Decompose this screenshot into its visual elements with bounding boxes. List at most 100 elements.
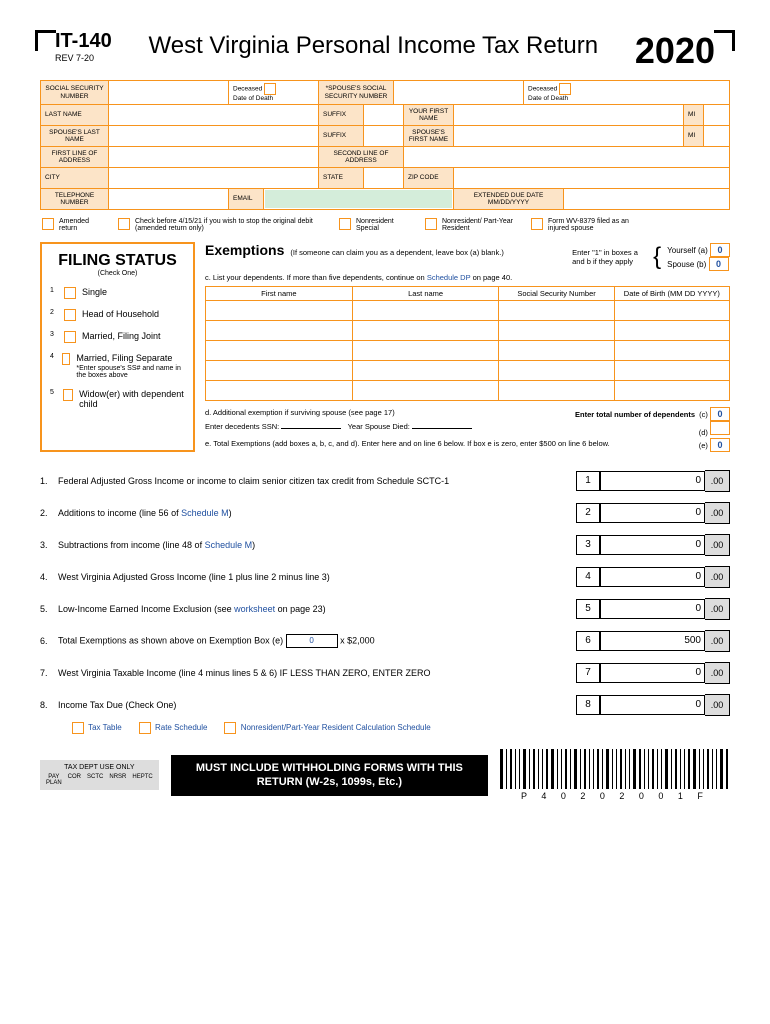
col-sctc: SCTC (87, 774, 103, 786)
list-label: c. List your dependents. If more than fi… (205, 273, 425, 282)
check-single[interactable] (64, 287, 76, 299)
enter1-label: Enter "1" in boxes a and b if they apply (572, 248, 647, 266)
field-spouse-last[interactable] (109, 126, 319, 146)
field-mi[interactable] (704, 105, 729, 125)
field-decedent-ssn[interactable] (281, 428, 341, 429)
exemptions-section: Exemptions (If someone can claim you as … (205, 242, 730, 452)
label-tax-table: Tax Table (88, 723, 122, 732)
col-ssn: Social Security Number (499, 287, 614, 301)
filing-status-box: FILING STATUS (Check One) 1Single 2Head … (40, 242, 195, 452)
check-nonres-calc[interactable] (224, 722, 236, 734)
check-hoh[interactable] (64, 309, 76, 321)
value-box-e[interactable]: 0 (710, 438, 730, 452)
label-wv8379: Form WV-8379 filed as an injured spouse (548, 218, 643, 232)
field-spouse-suffix[interactable] (364, 126, 404, 146)
check-amended[interactable] (42, 218, 54, 230)
dep-row[interactable] (206, 321, 730, 341)
label-hoh: Head of Household (82, 309, 159, 319)
col-lastname: Last name (352, 287, 499, 301)
field-ssn[interactable] (109, 81, 229, 104)
check-spouse-deceased[interactable] (559, 83, 571, 95)
line-8: 8.Income Tax Due (Check One) 80.00 (40, 694, 730, 716)
field-state[interactable] (364, 168, 404, 188)
list-label2: on page 40. (473, 273, 513, 282)
check-widow[interactable] (63, 389, 73, 401)
field-addr2[interactable] (404, 147, 729, 167)
field-spouse-mi[interactable] (704, 126, 729, 146)
form-rev: REV 7-20 (55, 53, 112, 63)
field-firstname[interactable] (454, 105, 684, 125)
col-payplan: PAY PLAN (46, 774, 62, 786)
check-mfj[interactable] (64, 331, 76, 343)
dep-row[interactable] (206, 341, 730, 361)
field-email[interactable] (265, 190, 452, 208)
dep-row[interactable] (206, 301, 730, 321)
label-d3: Year Spouse Died: (348, 422, 410, 431)
link-schedule-dp[interactable]: Schedule DP (427, 273, 471, 282)
label-nonres-calc: Nonresident/Part-Year Resident Calculati… (241, 723, 431, 732)
col-heptc: HEPTC (132, 774, 152, 786)
line-7: 7.West Virginia Taxable Income (line 4 m… (40, 662, 730, 684)
label-box-b: Spouse (b) (667, 260, 706, 269)
line-4: 4.West Virginia Adjusted Gross Income (l… (40, 566, 730, 588)
field-year-died[interactable] (412, 428, 472, 429)
line-2: 2.Additions to income (line 56 of Schedu… (40, 502, 730, 524)
check-nonresident[interactable] (339, 218, 351, 230)
label-spouse-first: SPOUSE'S FIRST NAME (408, 129, 449, 143)
label-nonresident: Nonresident Special (356, 218, 411, 232)
label-total-dep: Enter total number of dependents (575, 410, 695, 419)
check-mfs[interactable] (62, 353, 71, 365)
line-5: 5.Low-Income Earned Income Exclusion (se… (40, 598, 730, 620)
field-lastname[interactable] (109, 105, 319, 125)
field-spouse-first[interactable] (454, 126, 684, 146)
filing-title: FILING STATUS (50, 252, 185, 270)
value-box-d[interactable] (710, 421, 730, 435)
check-tax-table[interactable] (72, 722, 84, 734)
value-box-c[interactable]: 0 (710, 407, 730, 421)
label-spouse-deceased: Deceased (528, 86, 557, 93)
check-stop-debit[interactable] (118, 218, 130, 230)
field-ext-due[interactable] (564, 189, 729, 209)
check-deceased[interactable] (264, 83, 276, 95)
barcode-text: P 4 0 2 0 2 0 0 1 F (500, 791, 730, 801)
field-zip[interactable] (454, 168, 729, 188)
dep-row[interactable] (206, 381, 730, 401)
label-lastname: LAST NAME (45, 111, 82, 118)
dep-row[interactable] (206, 361, 730, 381)
label-spouse-dod: Date of Death (528, 95, 568, 102)
line-3: 3.Subtractions from income (line 48 of S… (40, 534, 730, 556)
field-spouse-ssn[interactable] (394, 81, 524, 104)
label-ext-due: EXTENDED DUE DATE MM/DD/YYYY (458, 192, 559, 206)
label-spouse-ssn: *SPOUSE'S SOCIAL SECURITY NUMBER (323, 85, 389, 99)
value-box-b[interactable]: 0 (709, 257, 729, 271)
label-e: e. Total Exemptions (add boxes a, b, c, … (205, 438, 610, 452)
col-cor: COR (68, 774, 81, 786)
label-dod: Date of Death (233, 95, 273, 102)
check-wv8379[interactable] (531, 218, 543, 230)
label-single: Single (82, 287, 107, 297)
col-nrsr: NRSR (109, 774, 126, 786)
label-d: d. Additional exemption if surviving spo… (205, 407, 395, 421)
label-deceased: Deceased (233, 86, 262, 93)
field-suffix[interactable] (364, 105, 404, 125)
label-ssn: SOCIAL SECURITY NUMBER (45, 85, 104, 99)
label-rate-schedule: Rate Schedule (155, 723, 207, 732)
label-suffix: SUFFIX (323, 111, 346, 118)
check-rate-schedule[interactable] (139, 722, 151, 734)
label-spouse-last: SPOUSE'S LAST NAME (45, 129, 104, 143)
value-box-a[interactable]: 0 (710, 243, 730, 257)
field-addr1[interactable] (109, 147, 319, 167)
filing-sub: (Check One) (50, 270, 185, 277)
label-spouse-suffix: SUFFIX (323, 132, 346, 139)
label-firstname: YOUR FIRST NAME (408, 108, 449, 122)
exemptions-sub: (If someone can claim you as a dependent… (290, 248, 503, 257)
label-d2: Enter decedents SSN: (205, 422, 279, 431)
label-amended: Amended return (59, 218, 104, 232)
field-city[interactable] (109, 168, 319, 188)
barcode (500, 749, 730, 789)
tax-dept-label: TAX DEPT USE ONLY (46, 764, 153, 771)
label-spouse-mi: MI (688, 132, 695, 139)
taxpayer-info-grid: SOCIAL SECURITY NUMBER Deceased Date of D… (40, 80, 730, 210)
field-phone[interactable] (109, 189, 229, 209)
check-partyear[interactable] (425, 218, 437, 230)
